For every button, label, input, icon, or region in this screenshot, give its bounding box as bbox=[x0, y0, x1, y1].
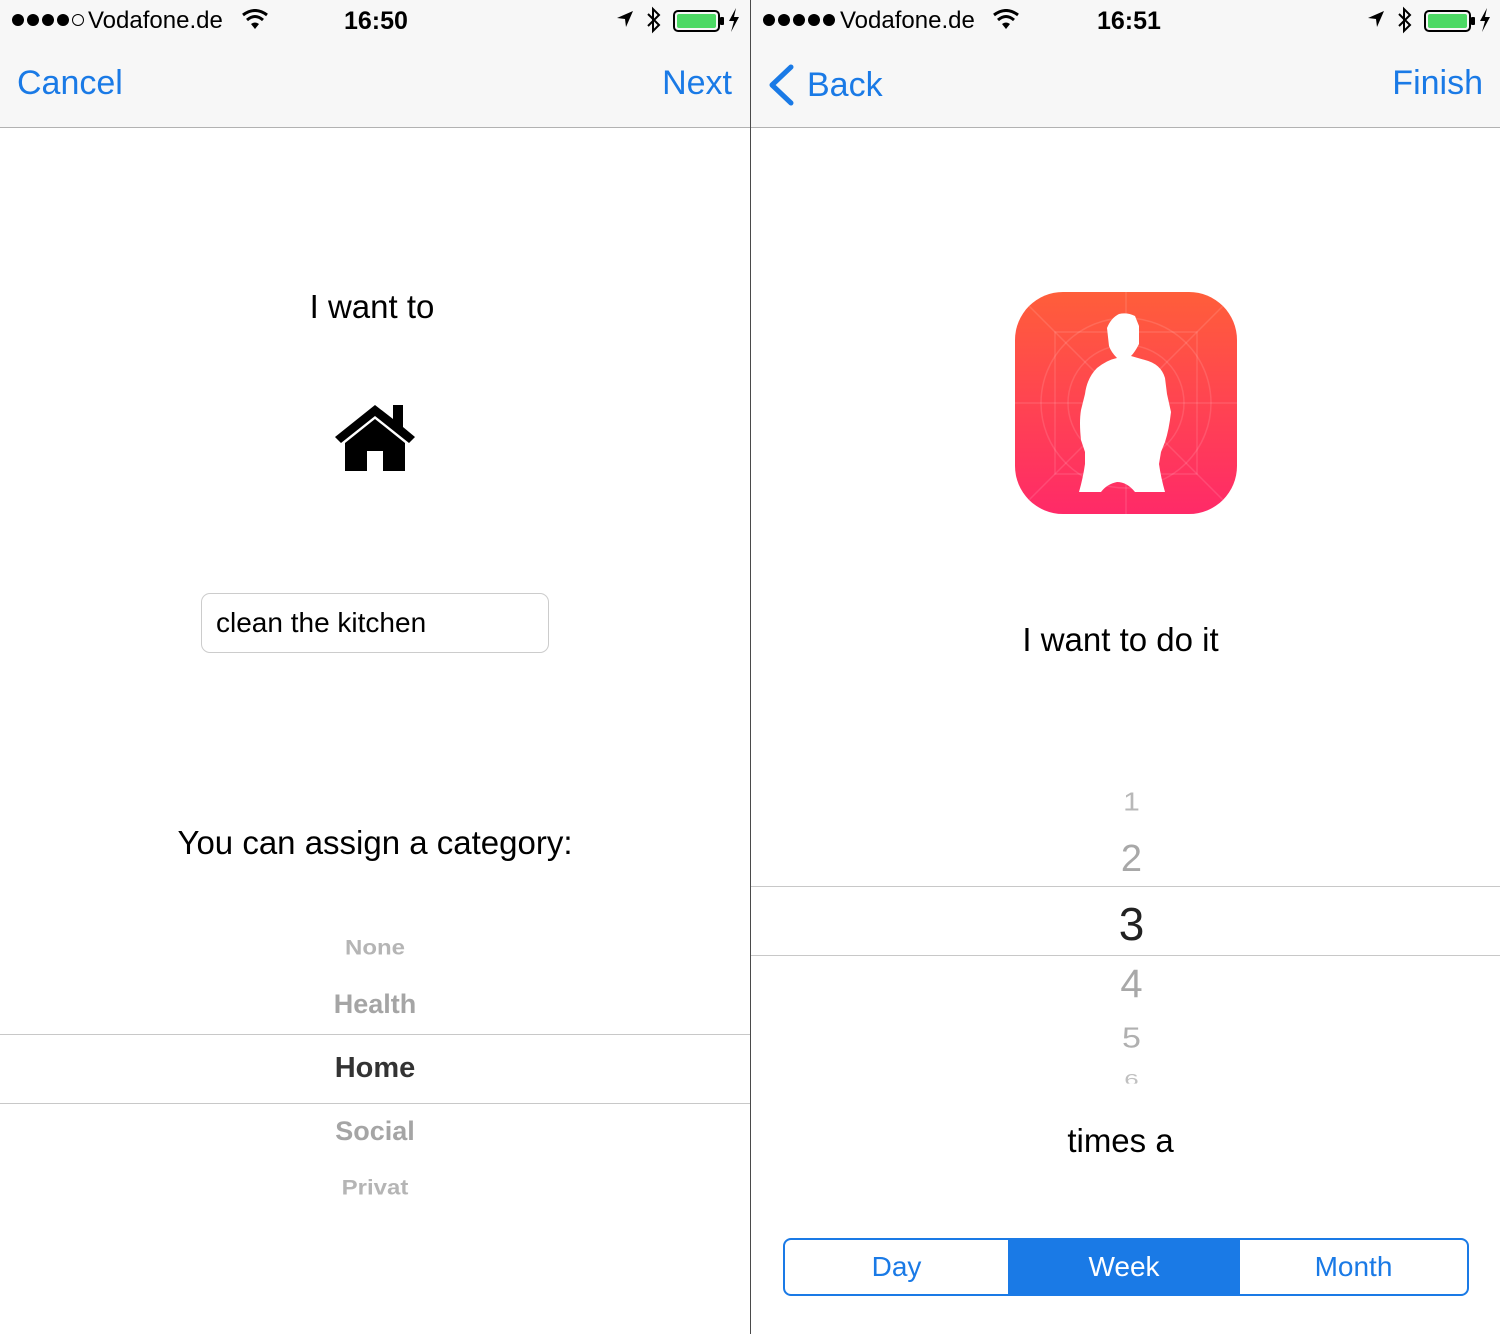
status-bar: Vodafone.de 16:50 bbox=[0, 0, 750, 40]
picker-option[interactable]: Privat bbox=[0, 1175, 750, 1200]
prompt-label: I want to bbox=[309, 288, 435, 325]
status-time: 16:50 bbox=[344, 7, 408, 35]
category-prompt: You can assign a category: bbox=[177, 824, 573, 861]
picker-option[interactable]: 5 bbox=[763, 1022, 1500, 1055]
picker-option[interactable]: Social bbox=[0, 1116, 750, 1147]
status-bar: Vodafone.de 16:51 bbox=[751, 0, 1500, 40]
bluetooth-icon bbox=[1398, 6, 1412, 34]
location-arrow-icon bbox=[617, 11, 633, 27]
battery-icon bbox=[1424, 10, 1475, 32]
picker-option[interactable]: 4 bbox=[763, 962, 1500, 1007]
segment-day[interactable]: Day bbox=[785, 1240, 1010, 1294]
bluetooth-icon bbox=[647, 6, 661, 34]
back-button-label: Back bbox=[807, 65, 883, 104]
picker-option[interactable]: 6 bbox=[763, 1070, 1500, 1083]
segment-month[interactable]: Month bbox=[1240, 1240, 1467, 1294]
carrier-name: Vodafone.de bbox=[840, 7, 975, 34]
picker-option[interactable]: 2 bbox=[763, 838, 1500, 881]
next-button[interactable]: Next bbox=[662, 64, 732, 103]
carrier-name: Vodafone.de bbox=[88, 7, 223, 34]
signal-strength-icon bbox=[12, 14, 84, 26]
battery-icon bbox=[673, 10, 724, 32]
picker-selection-bottom-line bbox=[751, 955, 1500, 956]
charging-bolt-icon bbox=[729, 8, 739, 32]
picker-selection-top-line bbox=[751, 886, 1500, 887]
picker-option-selected[interactable]: 3 bbox=[763, 897, 1500, 951]
wifi-icon bbox=[993, 9, 1019, 29]
picker-selection-bottom-line bbox=[0, 1103, 750, 1104]
chevron-left-icon bbox=[769, 64, 794, 106]
picker-option-selected[interactable]: Home bbox=[0, 1052, 750, 1085]
prompt-label: I want to do it bbox=[1022, 621, 1219, 658]
picker-option[interactable]: None bbox=[0, 935, 750, 960]
house-icon[interactable] bbox=[333, 403, 417, 471]
person-silhouette-app-icon bbox=[1015, 292, 1237, 514]
segment-week[interactable]: Week bbox=[1010, 1240, 1240, 1294]
wifi-icon bbox=[242, 9, 268, 29]
back-button[interactable]: Back bbox=[767, 64, 883, 106]
right-screen: Vodafone.de 16:51 Back Finish I want to … bbox=[751, 0, 1500, 1334]
cancel-button[interactable]: Cancel bbox=[17, 64, 123, 103]
finish-button[interactable]: Finish bbox=[1392, 64, 1483, 103]
times-label: times a bbox=[1067, 1122, 1174, 1159]
location-arrow-icon bbox=[1368, 11, 1384, 27]
task-input[interactable] bbox=[201, 593, 549, 653]
status-time: 16:51 bbox=[1097, 7, 1161, 35]
navigation-bar: Cancel Next bbox=[0, 40, 750, 128]
period-segmented-control[interactable]: Day Week Month bbox=[783, 1238, 1469, 1296]
picker-selection-top-line bbox=[0, 1034, 750, 1035]
left-screen: Vodafone.de 16:50 Cancel Next I want to bbox=[0, 0, 750, 1334]
signal-strength-icon bbox=[763, 14, 835, 26]
picker-option[interactable]: 1 bbox=[763, 789, 1500, 818]
navigation-bar: Back Finish bbox=[751, 40, 1500, 128]
charging-bolt-icon bbox=[1480, 8, 1490, 32]
picker-option[interactable]: Health bbox=[0, 989, 750, 1020]
